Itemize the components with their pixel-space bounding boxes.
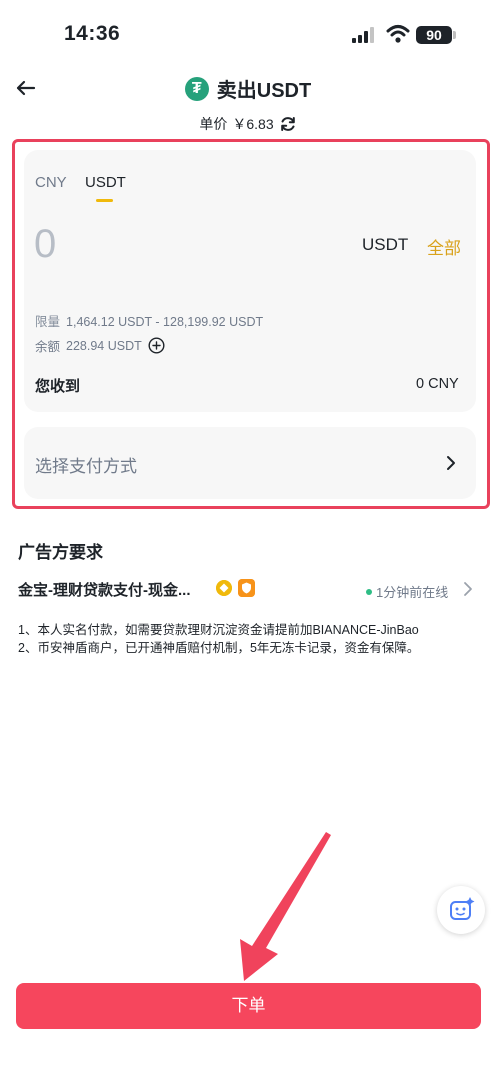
verified-badge-icon <box>216 580 232 596</box>
price-value: ￥6.83 <box>232 116 274 132</box>
status-time: 14:36 <box>64 22 121 45</box>
shield-badge-icon <box>238 579 255 597</box>
ai-assistant-button[interactable] <box>437 886 485 934</box>
page-title: 卖出USDT <box>216 80 312 102</box>
page-header: ₮ 卖出USDT <box>0 74 496 103</box>
online-status: 1分钟前在线 <box>366 582 448 601</box>
tether-coin-icon: ₮ <box>184 76 209 101</box>
merchant-name[interactable]: 金宝-理财贷款支付-现金... <box>18 579 191 600</box>
refresh-icon[interactable] <box>279 115 297 133</box>
highlight-frame <box>12 139 490 509</box>
terms-line: 2、币安神盾商户，已开通神盾赔付机制，5年无冻卡记录，资金有保障。 <box>18 641 420 655</box>
chevron-right-icon[interactable] <box>460 580 476 598</box>
battery-cap <box>453 31 456 39</box>
online-dot <box>366 588 372 595</box>
advertiser-requirements-title: 广告方要求 <box>18 543 103 562</box>
terms-line: 1、本人实名付款，如需要贷款理财沉淀资金请提前加BIANANCE-JinBao <box>18 623 419 637</box>
unit-price-row: 单价 ￥6.83 <box>0 114 496 134</box>
wifi-icon <box>386 25 410 43</box>
online-status-text: 1分钟前在线 <box>376 585 449 600</box>
signal-icon <box>352 27 374 43</box>
assistant-face-icon <box>450 897 475 920</box>
price-label: 单价 <box>199 116 228 132</box>
battery-indicator: 90 <box>416 26 452 44</box>
place-order-button[interactable]: 下单 <box>16 983 481 1029</box>
